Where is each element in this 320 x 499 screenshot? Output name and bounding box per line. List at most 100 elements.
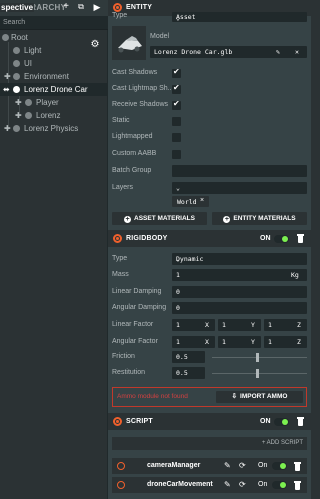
script-toggle[interactable] [272, 481, 287, 489]
render-type-select[interactable]: Asset ⌄ [172, 12, 307, 22]
ammo-error-box: Ammo module not found ⇩ IMPORT AMMO [112, 387, 307, 407]
script-icon [117, 481, 125, 489]
angular-factor-x[interactable]: 1 X [172, 336, 215, 348]
layers-row: Layers ⌄ World × [108, 181, 311, 209]
receive-shadows-checkbox[interactable] [172, 99, 181, 110]
restitution-slider-handle[interactable] [256, 369, 259, 378]
duplicate-icon[interactable]: ⧉ [75, 1, 87, 13]
entity-dot-icon [13, 73, 20, 80]
edit-script-icon[interactable]: ✎ [224, 480, 231, 489]
edit-icon[interactable]: ✎ [276, 48, 280, 56]
tree-item-light[interactable]: Light [0, 44, 108, 57]
restitution-slider-track[interactable] [212, 373, 307, 374]
tree-item-root[interactable]: Root [0, 31, 108, 44]
restitution-row: Restitution 0.5 [108, 366, 311, 381]
tree-item-environment[interactable]: ✚ Environment [0, 70, 108, 83]
delete-component-icon[interactable] [297, 234, 304, 243]
script-enable-toggle[interactable] [274, 418, 289, 426]
add-entity-icon[interactable]: + [60, 1, 72, 13]
entity-dot-icon [2, 34, 9, 41]
layers-select[interactable]: ⌄ [172, 182, 307, 194]
edit-script-icon[interactable]: ✎ [224, 461, 231, 470]
hierarchy-panel: HIERARCHY + ⧉ ▶ spective Search ⚙ Root L… [0, 0, 108, 499]
viewport-perspective-label[interactable]: spective [0, 3, 35, 12]
entity-icon [113, 3, 122, 12]
add-script-field[interactable]: + ADD SCRIPT [112, 437, 307, 450]
rigidbody-enable-toggle[interactable] [274, 235, 289, 243]
restitution-input[interactable]: 0.5 [172, 367, 205, 379]
entity-dot-icon [25, 112, 32, 119]
tree-item-player[interactable]: ✚ Player [0, 96, 108, 109]
script-component-icon [113, 417, 122, 426]
entity-materials-button[interactable]: + ENTITY MATERIALS [212, 212, 307, 225]
tree-item-ui[interactable]: UI [0, 57, 108, 70]
search-placeholder: Search [3, 19, 26, 26]
linear-factor-x[interactable]: 1 X [172, 319, 215, 331]
parse-script-icon[interactable]: ⟳ [239, 480, 246, 489]
script-row-drone-car-movement[interactable]: droneCarMovement ✎ ⟳ On [112, 477, 307, 493]
delete-component-icon[interactable] [297, 417, 304, 426]
hierarchy-search-input[interactable]: Search [0, 16, 108, 30]
entity-dot-icon [13, 47, 20, 54]
cast-shadows-checkbox[interactable] [172, 67, 181, 78]
batch-group-row: Batch Group [108, 164, 311, 179]
script-icon [117, 462, 125, 470]
angular-factor-z[interactable]: 1 Z [264, 336, 307, 348]
cast-lightmap-shadows-row: Cast Lightmap Sh... [108, 82, 311, 97]
script-row-camera-manager[interactable]: cameraManager ✎ ⟳ On [112, 458, 307, 474]
layer-tag-world[interactable]: World × [172, 196, 209, 207]
expand-icon[interactable]: ✚ [4, 122, 11, 135]
plus-icon: + [124, 216, 132, 223]
collapse-icon[interactable]: ⬌ [3, 83, 10, 96]
expand-icon[interactable]: ✚ [15, 96, 22, 109]
entity-dot-icon [25, 99, 32, 106]
model-asset-field[interactable]: Lorenz Drone Car.glb ✎ ✕ [150, 46, 307, 58]
angular-factor-row: Angular Factor 1 X 1 Y 1 Z [108, 335, 311, 350]
angular-factor-y[interactable]: 1 Y [218, 336, 261, 348]
linear-factor-z[interactable]: 1 Z [264, 319, 307, 331]
custom-aabb-checkbox[interactable] [172, 150, 181, 159]
linear-factor-row: Linear Factor 1 X 1 Y 1 Z [108, 318, 311, 333]
static-row: Static [108, 114, 311, 129]
ammo-error-text: Ammo module not found [117, 393, 188, 400]
tree-item-lorenz-physics[interactable]: ✚ Lorenz Physics [0, 122, 108, 135]
entity-dot-icon [13, 60, 20, 67]
friction-input[interactable]: 0.5 [172, 351, 205, 363]
import-icon: ⇩ [231, 393, 238, 400]
friction-slider-track[interactable] [212, 357, 307, 358]
static-checkbox[interactable] [172, 117, 181, 126]
play-icon[interactable]: ▶ [91, 1, 103, 13]
parse-script-icon[interactable]: ⟳ [239, 461, 246, 470]
clear-icon[interactable]: ✕ [295, 48, 299, 56]
expand-icon[interactable]: ✚ [15, 109, 22, 122]
chevron-down-icon: ⌄ [176, 255, 180, 263]
friction-slider-handle[interactable] [256, 353, 259, 362]
tree-item-lorenz[interactable]: ✚ Lorenz [0, 109, 108, 122]
remove-script-icon[interactable] [294, 462, 301, 471]
cast-lightmap-shadows-checkbox[interactable] [172, 83, 181, 94]
import-ammo-button[interactable]: ⇩ IMPORT AMMO [216, 391, 303, 403]
linear-damping-row: Linear Damping 0 [108, 285, 311, 300]
linear-factor-y[interactable]: 1 Y [218, 319, 261, 331]
script-toggle[interactable] [272, 462, 287, 470]
expand-icon[interactable]: ✚ [4, 70, 11, 83]
mass-row: Mass 1 Kg [108, 268, 311, 283]
receive-shadows-row: Receive Shadows [108, 98, 311, 113]
script-header[interactable]: SCRIPT ON [108, 413, 311, 430]
custom-aabb-row: Custom AABB [108, 147, 311, 162]
rigidbody-header[interactable]: RIGIDBODY ON [108, 230, 311, 247]
lightmapped-checkbox[interactable] [172, 133, 181, 142]
linear-damping-input[interactable]: 0 [172, 286, 307, 298]
model-thumbnail[interactable] [112, 26, 146, 60]
rb-type-select[interactable]: Dynamic ⌄ [172, 253, 307, 265]
tree-item-lorenz-drone-car[interactable]: ⬌ Lorenz Drone Car [0, 83, 108, 96]
asset-materials-button[interactable]: + ASSET MATERIALS [112, 212, 207, 225]
inspector-panel: ENTITY Type Asset ⌄ Model Lorenz Drone C… [108, 0, 311, 499]
mass-input[interactable]: 1 Kg [172, 269, 307, 281]
remove-layer-icon[interactable]: × [200, 197, 204, 204]
drone-car-thumbnail-icon [118, 36, 142, 53]
plus-icon: + [223, 216, 231, 223]
batch-group-select[interactable] [172, 165, 307, 177]
remove-script-icon[interactable] [294, 481, 301, 490]
angular-damping-input[interactable]: 0 [172, 302, 307, 314]
